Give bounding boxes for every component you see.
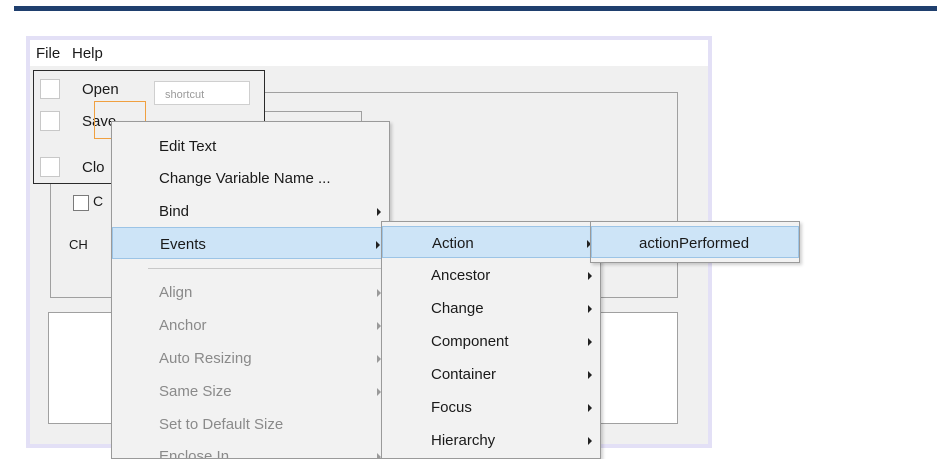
submenu-arrow-icon [588, 371, 592, 379]
menu-item-label: Align [159, 284, 193, 301]
submenu-item-change[interactable]: Change [382, 292, 600, 324]
submenu-arrow-icon [588, 272, 592, 280]
menu-item-label: Auto Resizing [159, 350, 252, 367]
menu-item-label: Change [431, 300, 484, 317]
menu-item-change-variable-name[interactable]: Change Variable Name ... [112, 162, 389, 194]
menu-separator [148, 268, 385, 269]
menu-item-label: Enclose In [159, 448, 230, 459]
submenu-arrow-icon [588, 404, 592, 412]
menu-item-label: Set to Default Size [159, 416, 284, 433]
events-submenu: Action Ancestor Change Component Contain… [381, 221, 601, 459]
menu-item-label: Events [160, 236, 206, 253]
submenu-arrow-icon [588, 338, 592, 346]
menu-item-label: Anchor [159, 317, 207, 334]
menu-item-enclose-in[interactable]: Enclose In [112, 440, 389, 459]
menubar: File Help [30, 40, 708, 66]
context-menu: Edit Text Change Variable Name ... Bind … [111, 121, 390, 459]
menu-item-bind[interactable]: Bind [112, 195, 389, 227]
close-label[interactable]: Clo [82, 159, 105, 176]
menu-item-label: Hierarchy [431, 432, 496, 449]
open-checkbox[interactable] [40, 79, 60, 99]
submenu-item-action[interactable]: Action [382, 226, 600, 258]
submenu-arrow-icon [588, 305, 592, 313]
submenu-item-hierarchy[interactable]: Hierarchy [382, 424, 600, 456]
menu-item-auto-resizing[interactable]: Auto Resizing [112, 342, 389, 374]
option-checkbox[interactable] [73, 195, 89, 211]
menu-item-set-default-size[interactable]: Set to Default Size [112, 408, 389, 440]
menu-item-events[interactable]: Events [112, 227, 389, 259]
menu-item-label: Component [431, 333, 509, 350]
menu-item-label: Action [432, 235, 474, 252]
submenu-item-container[interactable]: Container [382, 358, 600, 390]
menu-item-label: Ancestor [431, 267, 491, 284]
save-checkbox[interactable] [40, 111, 60, 131]
menu-item-same-size[interactable]: Same Size [112, 375, 389, 407]
menu-item-label: actionPerformed [639, 235, 750, 252]
submenu-item-focus[interactable]: Focus [382, 391, 600, 423]
menu-item-label: Edit Text [159, 138, 217, 155]
action-submenu: actionPerformed [590, 221, 800, 263]
submenu-item-action-performed[interactable]: actionPerformed [591, 226, 799, 258]
menu-item-label: Same Size [159, 383, 232, 400]
submenu-arrow-icon [377, 208, 381, 216]
submenu-arrow-icon [588, 437, 592, 445]
shortcut-field[interactable]: shortcut [154, 81, 250, 105]
menu-item-align[interactable]: Align [112, 276, 389, 308]
menu-help[interactable]: Help [72, 45, 103, 62]
menu-item-anchor[interactable]: Anchor [112, 309, 389, 341]
menu-item-label: Bind [159, 203, 190, 220]
menu-item-label: Change Variable Name ... [159, 170, 331, 187]
open-label[interactable]: Open [82, 81, 119, 98]
close-checkbox[interactable] [40, 157, 60, 177]
submenu-arrow-icon [376, 241, 380, 249]
menu-item-label: Container [431, 366, 497, 383]
header-rule [14, 6, 937, 11]
submenu-item-component[interactable]: Component [382, 325, 600, 357]
ch-label: CH [69, 237, 88, 252]
menu-item-edit-text[interactable]: Edit Text [112, 130, 389, 162]
menu-item-label: Focus [431, 399, 472, 416]
submenu-item-ancestor[interactable]: Ancestor [382, 259, 600, 291]
checkbox-label: C [93, 193, 104, 209]
menu-file[interactable]: File [36, 45, 60, 62]
